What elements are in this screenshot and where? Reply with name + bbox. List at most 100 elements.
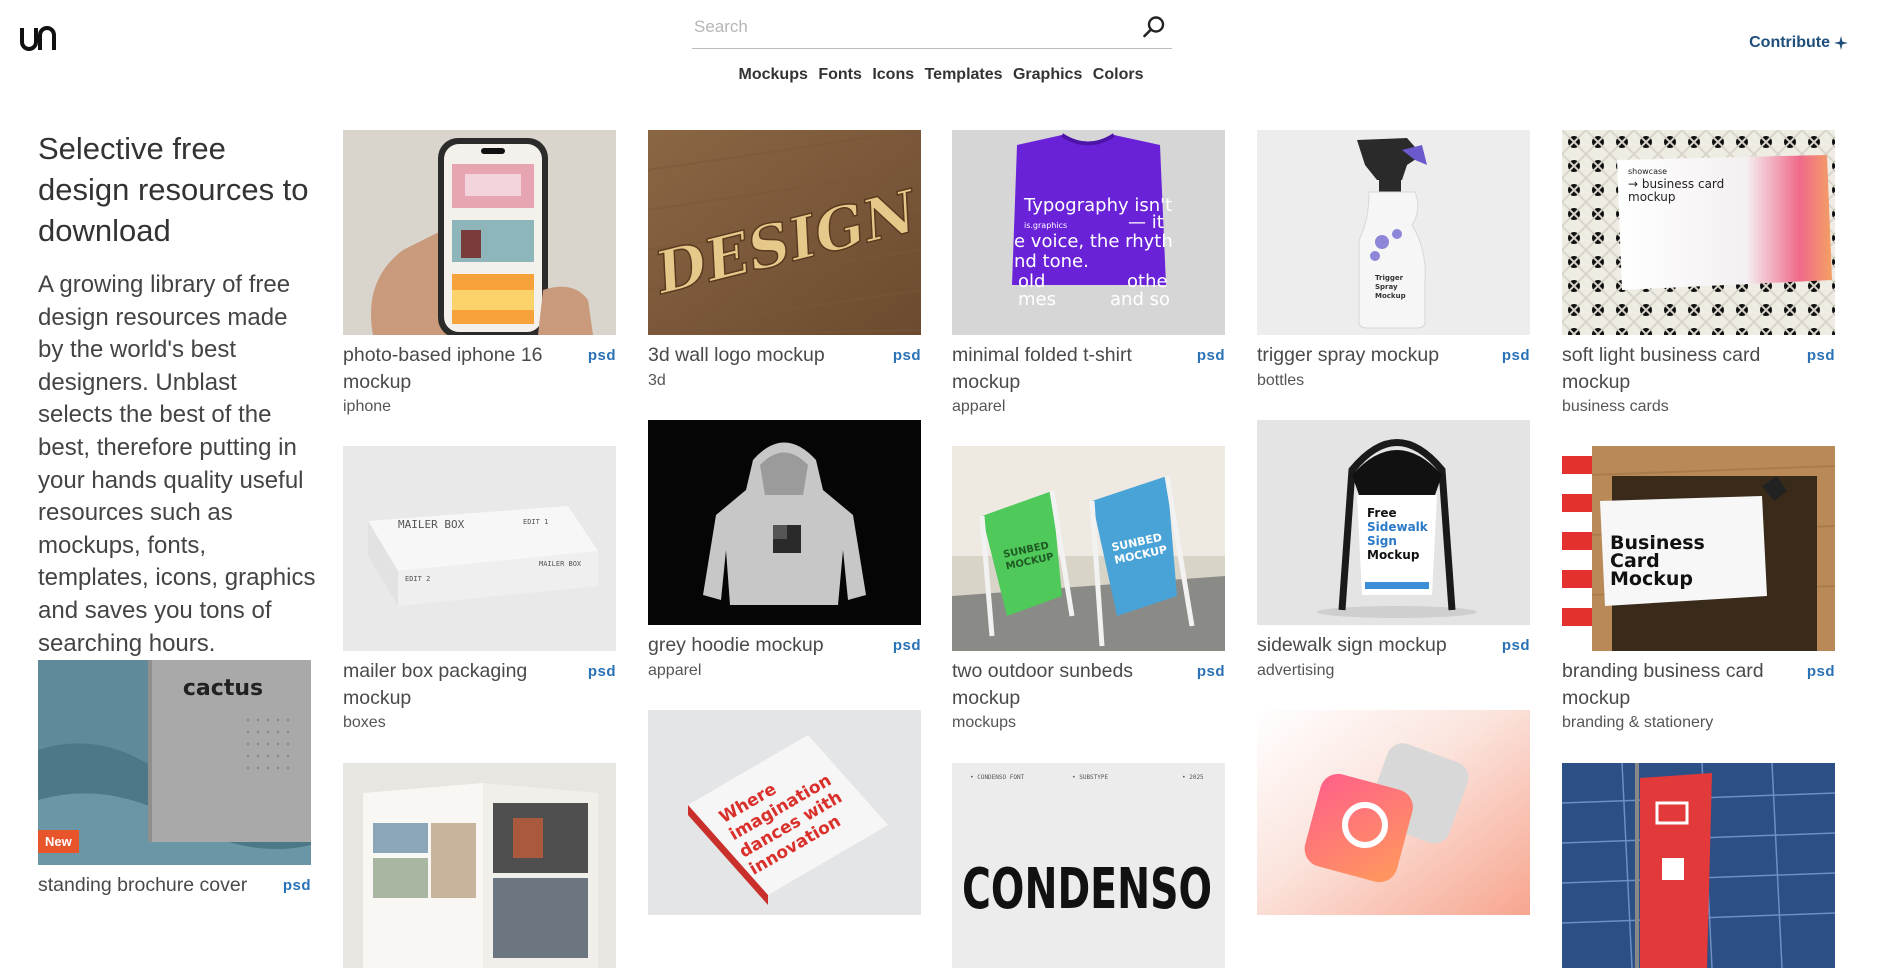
resource-card: grey hoodie mockup psd apparel <box>648 420 921 680</box>
card-title[interactable]: two outdoor sunbeds mockup <box>952 658 1170 711</box>
card-thumbnail[interactable]: cactus New <box>38 660 311 865</box>
spray-label-3: Mockup <box>1375 292 1406 300</box>
nav-mockups[interactable]: Mockups <box>739 66 808 84</box>
intro-body: A growing library of free design resourc… <box>38 271 316 657</box>
format-badge[interactable]: psd <box>893 347 921 364</box>
resource-card: SUNBED MOCKUP SUNBED MOCKUP two outdoor … <box>952 446 1225 732</box>
card-thumbnail[interactable]: Business Card Mockup <box>1562 446 1835 651</box>
card-title[interactable]: photo-based iphone 16 mockup <box>343 342 561 395</box>
sidewalk-text-4: Mockup <box>1367 548 1420 562</box>
tshirt-text-4: e voice, the rhyth <box>1014 231 1173 252</box>
new-badge: New <box>38 830 79 853</box>
resource-card: showcase → business card mockup soft lig… <box>1562 130 1835 416</box>
resource-card: MAILER BOX EDIT 1 EDIT 2 MAILER BOX mail… <box>343 446 616 732</box>
resource-card: Typography isn't is.graphics — it e voic… <box>952 130 1225 416</box>
format-badge[interactable]: psd <box>283 877 311 894</box>
card-thumbnail[interactable] <box>648 420 921 625</box>
resource-card <box>343 763 616 968</box>
card-category[interactable]: iphone <box>343 398 616 416</box>
tshirt-text-9: and so <box>1110 289 1170 310</box>
resource-card: DESIGN 3d wall logo mockup psd 3d <box>648 130 921 390</box>
svg-text:• SUBSTYPE: • SUBSTYPE <box>1072 774 1109 781</box>
tshirt-text-2: is.graphics <box>1024 221 1067 230</box>
condenso-text: CONDENSO <box>962 857 1212 922</box>
business-card-text-3: mockup <box>1628 190 1675 204</box>
card-title[interactable]: trigger spray mockup <box>1257 342 1475 369</box>
card-thumbnail[interactable] <box>1257 710 1530 915</box>
card-category[interactable]: boxes <box>343 714 616 732</box>
card-title[interactable]: soft light business card mockup <box>1562 342 1780 395</box>
contribute-label: Contribute <box>1749 34 1830 51</box>
card-category[interactable]: mockups <box>952 714 1225 732</box>
card-thumbnail[interactable]: MAILER BOX EDIT 1 EDIT 2 MAILER BOX <box>343 446 616 651</box>
mailer-box-text-3: EDIT 2 <box>405 575 430 583</box>
contribute-link[interactable]: Contribute <box>1749 34 1848 52</box>
card-category[interactable]: branding & stationery <box>1562 714 1835 732</box>
card-category[interactable]: 3d <box>648 372 921 390</box>
format-badge[interactable]: psd <box>1807 663 1835 680</box>
card-category[interactable]: advertising <box>1257 662 1530 680</box>
format-badge[interactable]: psd <box>588 347 616 364</box>
svg-text:• CONDENSO FONT: • CONDENSO FONT <box>970 774 1025 781</box>
branding-card-text-3: Mockup <box>1610 568 1693 590</box>
card-category[interactable]: bottles <box>1257 372 1530 390</box>
sidewalk-text-3: Sign <box>1367 534 1397 548</box>
nav-icons[interactable]: Icons <box>872 66 914 84</box>
intro-section: Selective free design resources to downl… <box>38 128 316 660</box>
card-category[interactable]: business cards <box>1562 398 1835 416</box>
format-badge[interactable]: psd <box>588 663 616 680</box>
mailer-box-text-2: EDIT 1 <box>523 518 548 526</box>
resource-card: Trigger Spray Mockup trigger spray mocku… <box>1257 130 1530 390</box>
search-icon <box>1143 16 1165 38</box>
resource-card <box>1257 710 1530 915</box>
nav-colors[interactable]: Colors <box>1093 66 1144 84</box>
sidewalk-text-1: Free <box>1367 506 1397 520</box>
card-thumbnail[interactable] <box>343 130 616 335</box>
resource-card <box>1562 763 1835 968</box>
card-title[interactable]: standing brochure cover <box>38 872 256 899</box>
card-thumbnail[interactable]: • CONDENSO FONT • SUBSTYPE • 2025 CONDEN… <box>952 763 1225 968</box>
business-card-text-1: showcase <box>1628 167 1667 176</box>
brochure-cover-text: cactus <box>183 676 263 701</box>
card-thumbnail[interactable] <box>343 763 616 968</box>
search-button[interactable] <box>1136 9 1172 45</box>
format-badge[interactable]: psd <box>1197 347 1225 364</box>
card-thumbnail[interactable]: Where imagination dances with innovation <box>648 710 921 915</box>
card-thumbnail[interactable]: DESIGN <box>648 130 921 335</box>
format-badge[interactable]: psd <box>1502 347 1530 364</box>
sidewalk-text-2: Sidewalk <box>1367 520 1429 534</box>
card-thumbnail[interactable]: Trigger Spray Mockup <box>1257 130 1530 335</box>
sparkle-icon <box>1834 36 1848 50</box>
card-title[interactable]: 3d wall logo mockup <box>648 342 866 369</box>
search-input[interactable] <box>692 17 1136 37</box>
card-title[interactable]: sidewalk sign mockup <box>1257 632 1475 659</box>
card-thumbnail[interactable]: showcase → business card mockup <box>1562 130 1835 335</box>
unblast-logo[interactable] <box>20 24 60 64</box>
resource-card: photo-based iphone 16 mockup psd iphone <box>343 130 616 416</box>
card-category[interactable]: apparel <box>952 398 1225 416</box>
card-thumbnail[interactable] <box>1562 763 1835 968</box>
resource-card: Business Card Mockup branding business c… <box>1562 446 1835 732</box>
format-badge[interactable]: psd <box>893 637 921 654</box>
format-badge[interactable]: psd <box>1807 347 1835 364</box>
spray-label-1: Trigger <box>1375 274 1404 282</box>
format-badge[interactable]: psd <box>1197 663 1225 680</box>
card-title[interactable]: mailer box packaging mockup <box>343 658 561 711</box>
card-thumbnail[interactable]: Typography isn't is.graphics — it e voic… <box>952 130 1225 335</box>
format-badge[interactable]: psd <box>1502 637 1530 654</box>
nav-graphics[interactable]: Graphics <box>1013 66 1082 84</box>
card-title[interactable]: minimal folded t-shirt mockup <box>952 342 1170 395</box>
resource-card: Free Sidewalk Sign Mockup sidewalk sign … <box>1257 420 1530 680</box>
card-thumbnail[interactable]: SUNBED MOCKUP SUNBED MOCKUP <box>952 446 1225 651</box>
nav-templates[interactable]: Templates <box>925 66 1003 84</box>
resource-card: • CONDENSO FONT • SUBSTYPE • 2025 CONDEN… <box>952 763 1225 968</box>
card-title[interactable]: grey hoodie mockup <box>648 632 866 659</box>
nav-fonts[interactable]: Fonts <box>818 66 862 84</box>
tshirt-text-3: — it <box>1128 212 1164 233</box>
category-nav: Mockups Fonts Icons Templates Graphics C… <box>0 66 1882 84</box>
card-title[interactable]: branding business card mockup <box>1562 658 1780 711</box>
tshirt-text-5: nd tone. <box>1014 251 1089 272</box>
card-category[interactable]: apparel <box>648 662 921 680</box>
card-thumbnail[interactable]: Free Sidewalk Sign Mockup <box>1257 420 1530 625</box>
tshirt-text-8: mes <box>1018 289 1056 310</box>
